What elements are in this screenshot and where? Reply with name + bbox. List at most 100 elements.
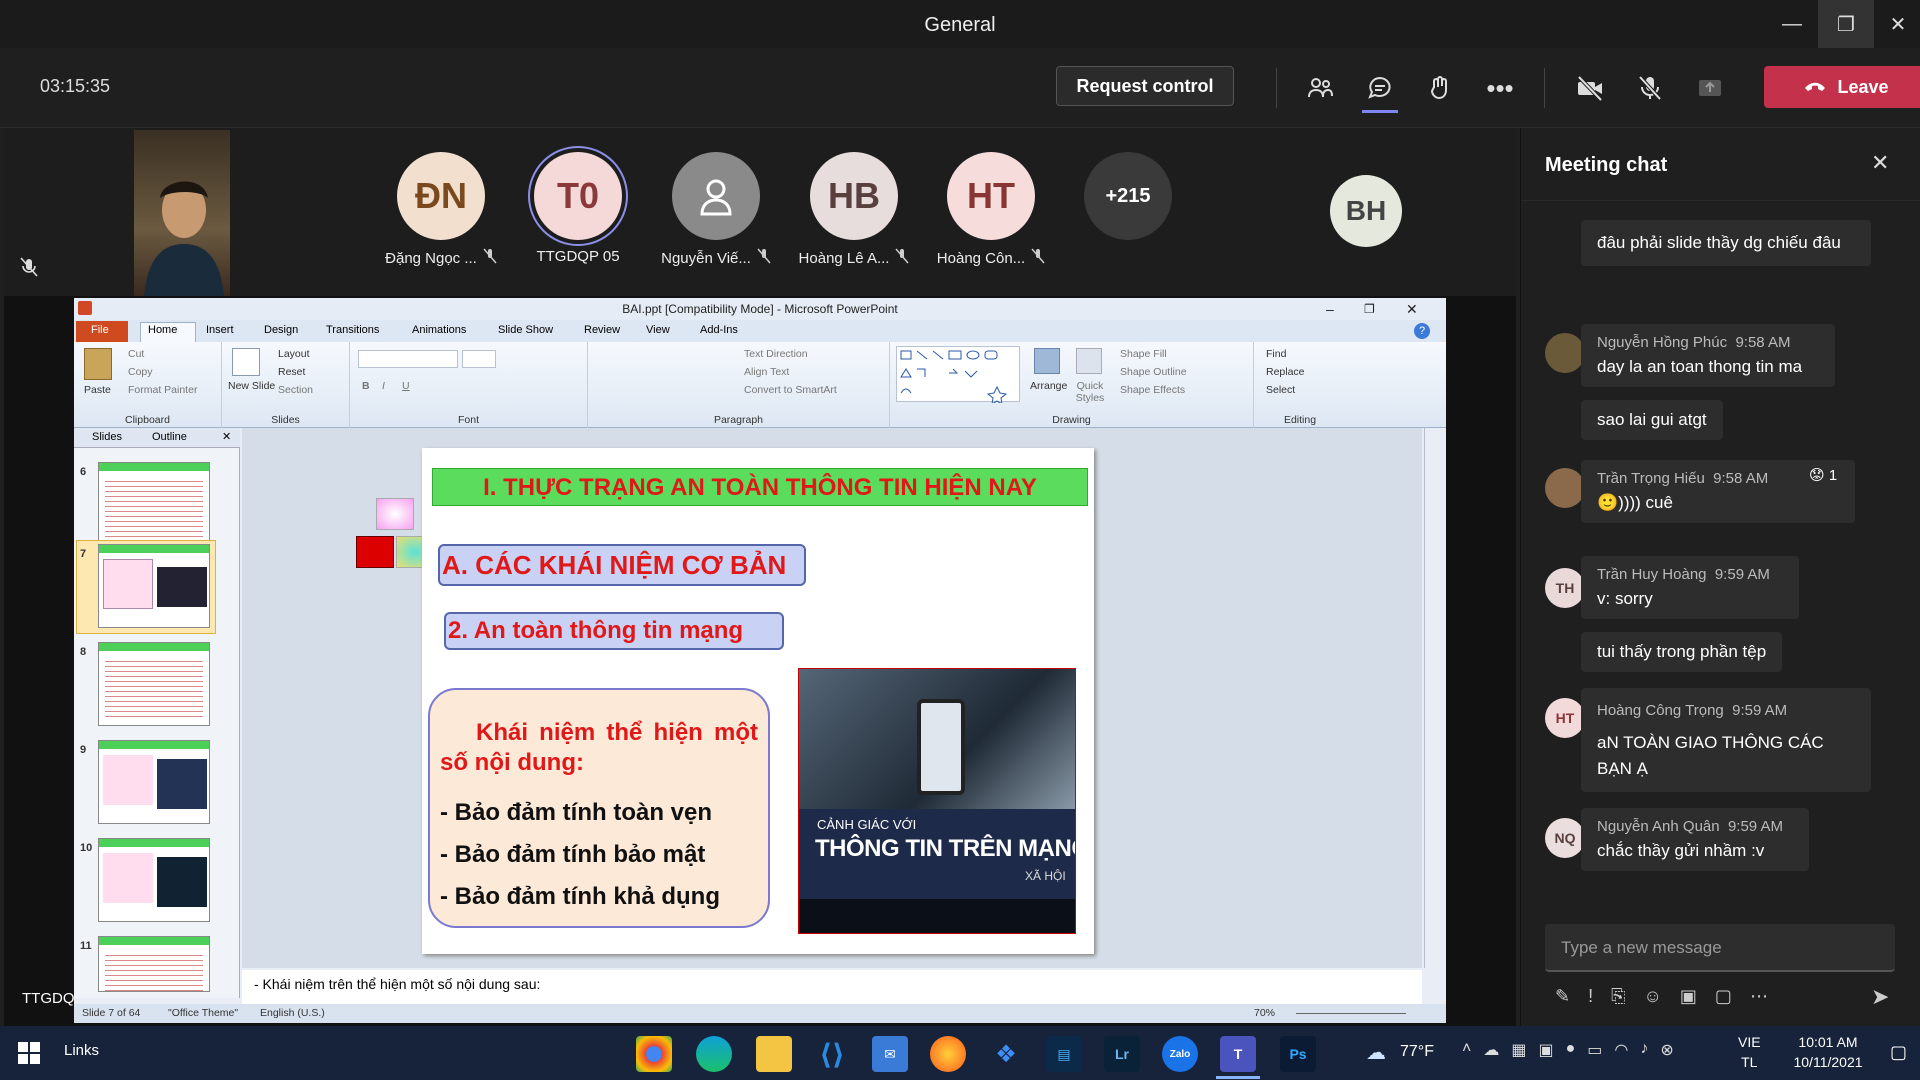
align-text-button[interactable]: Align Text: [744, 366, 789, 378]
tab-home[interactable]: Home: [148, 324, 177, 336]
tab-outline[interactable]: Outline: [152, 431, 187, 443]
file-explorer-icon[interactable]: [756, 1036, 792, 1072]
participant-tile[interactable]: HB Hoàng Lê A...: [780, 152, 928, 268]
camera-off-icon[interactable]: [1572, 70, 1608, 106]
arrange-icon[interactable]: [1034, 348, 1060, 374]
font-family-select[interactable]: [358, 350, 458, 368]
chat-message[interactable]: Hoàng Công Trọng 9:59 AM aN TOÀN GIAO TH…: [1581, 688, 1871, 792]
decor-shape-pink[interactable]: [376, 498, 414, 530]
share-tray-icon[interactable]: [1692, 70, 1728, 106]
shape-effects-button[interactable]: Shape Effects: [1120, 384, 1185, 396]
sticker-icon[interactable]: ▢: [1715, 986, 1732, 1007]
chat-message[interactable]: tui thấy trong phần tệp: [1581, 632, 1783, 672]
tab-animations[interactable]: Animations: [412, 324, 466, 336]
zoom-slider[interactable]: [1296, 1013, 1406, 1014]
cut-button[interactable]: Cut: [128, 348, 144, 360]
onedrive-icon[interactable]: ☁: [1483, 1040, 1499, 1060]
windows-start-icon[interactable]: [18, 1042, 40, 1069]
chrome-icon[interactable]: [636, 1036, 672, 1072]
tab-transitions[interactable]: Transitions: [326, 324, 379, 336]
mic-tray-icon[interactable]: ●: [1566, 1040, 1576, 1060]
photoshop-icon[interactable]: Ps: [1280, 1036, 1316, 1072]
reactions-icon[interactable]: [1422, 70, 1458, 106]
chat-message[interactable]: Trần Trọng Hiếu 9:58 AM 🙂)))) cuê 😟 1: [1581, 460, 1855, 523]
mail-icon[interactable]: ✉: [872, 1036, 908, 1072]
slide-thumbnail[interactable]: [98, 838, 210, 922]
gif-icon[interactable]: ▣: [1680, 986, 1697, 1007]
format-icon[interactable]: ✎: [1555, 986, 1570, 1007]
bold-button[interactable]: B: [362, 380, 370, 392]
clock[interactable]: 10:01 AM 10/11/2021: [1778, 1032, 1878, 1072]
copy-button[interactable]: Copy: [128, 366, 153, 378]
search-links[interactable]: Links: [64, 1042, 99, 1059]
zalo-icon[interactable]: Zalo: [1162, 1036, 1198, 1072]
dismiss-icon[interactable]: ⊗: [1660, 1040, 1673, 1060]
underline-button[interactable]: U: [402, 380, 410, 392]
new-slide-label[interactable]: New Slide: [228, 380, 275, 392]
reset-button[interactable]: Reset: [278, 366, 305, 378]
priority-icon[interactable]: !: [1588, 986, 1593, 1007]
ppt-close-button[interactable]: ✕: [1406, 298, 1418, 320]
close-window-button[interactable]: ✕: [1870, 0, 1920, 48]
paste-label[interactable]: Paste: [84, 384, 111, 396]
find-button[interactable]: Find: [1266, 348, 1286, 360]
restore-button[interactable]: ❐: [1818, 0, 1874, 48]
layout-button[interactable]: Layout: [278, 348, 310, 360]
chat-message[interactable]: đâu phải slide thầy dg chiếu đâu: [1581, 220, 1871, 266]
format-painter-button[interactable]: Format Painter: [128, 384, 197, 396]
slide-thumbnail[interactable]: [98, 544, 210, 628]
tab-file[interactable]: File: [91, 324, 109, 336]
tab-slides[interactable]: Slides: [92, 431, 122, 443]
participant-tile[interactable]: T0 TTGDQP 05: [504, 152, 652, 265]
participant-tile[interactable]: HT Hoàng Côn...: [917, 152, 1065, 268]
leave-button[interactable]: Leave: [1764, 66, 1920, 108]
chat-message[interactable]: Nguyễn Anh Quân 9:59 AM chắc thầy gửi nh…: [1581, 808, 1809, 871]
volume-icon[interactable]: ♪: [1640, 1040, 1648, 1060]
chat-icon[interactable]: [1362, 70, 1398, 106]
teams-icon[interactable]: T: [1220, 1036, 1256, 1072]
replace-button[interactable]: Replace: [1266, 366, 1305, 378]
tab-insert[interactable]: Insert: [206, 324, 234, 336]
dropbox-icon[interactable]: ❖: [988, 1036, 1024, 1072]
shapes-gallery[interactable]: [896, 346, 1020, 405]
chat-message[interactable]: sao lai gui atgt: [1581, 400, 1723, 440]
people-icon[interactable]: [1302, 70, 1338, 106]
camera-tray-icon[interactable]: ▣: [1538, 1040, 1553, 1060]
reaction-badge[interactable]: 😟 1: [1809, 466, 1837, 484]
close-chat-icon[interactable]: ✕: [1871, 150, 1889, 176]
tab-add-ins[interactable]: Add-Ins: [700, 324, 738, 336]
slide-thumbnail[interactable]: [98, 462, 210, 546]
shape-fill-button[interactable]: Shape Fill: [1120, 348, 1167, 360]
overflow-participants[interactable]: +215: [1054, 152, 1202, 240]
notifications-icon[interactable]: ▢: [1890, 1042, 1907, 1063]
quick-styles-label[interactable]: Quick Styles: [1072, 380, 1108, 404]
select-button[interactable]: Select: [1266, 384, 1295, 396]
lightroom-icon[interactable]: Lr: [1104, 1036, 1140, 1072]
side-participant-avatar[interactable]: BH: [1330, 175, 1402, 247]
chat-message[interactable]: Nguyễn Hồng Phúc 9:58 AM day la an toan …: [1581, 324, 1835, 387]
tab-slide-show[interactable]: Slide Show: [498, 324, 553, 336]
firefox-icon[interactable]: [930, 1036, 966, 1072]
shape-outline-button[interactable]: Shape Outline: [1120, 366, 1187, 378]
slide-thumbnail[interactable]: [98, 740, 210, 824]
battery-icon[interactable]: ▭: [1587, 1040, 1602, 1060]
edge-icon[interactable]: [696, 1036, 732, 1072]
new-slide-icon[interactable]: [232, 348, 260, 376]
weather-temp[interactable]: 77°F: [1400, 1043, 1434, 1061]
more-compose-icon[interactable]: ⋯: [1750, 986, 1768, 1007]
tab-view[interactable]: View: [646, 324, 670, 336]
slide-thumbnail[interactable]: [98, 642, 210, 726]
store-icon[interactable]: ▤: [1046, 1036, 1082, 1072]
font-size-select[interactable]: [462, 350, 496, 368]
text-direction-button[interactable]: Text Direction: [744, 348, 808, 360]
section-button[interactable]: Section: [278, 384, 313, 396]
quick-styles-icon[interactable]: [1076, 348, 1102, 374]
arrange-label[interactable]: Arrange: [1030, 380, 1067, 392]
input-language[interactable]: VIE TL: [1738, 1032, 1761, 1072]
request-control-button[interactable]: Request control: [1056, 66, 1234, 106]
network-tray-icon[interactable]: ▦: [1511, 1040, 1526, 1060]
emoji-icon[interactable]: ☺: [1644, 986, 1662, 1007]
mic-off-icon[interactable]: [1632, 70, 1668, 106]
message-input[interactable]: Type a new message: [1545, 924, 1895, 972]
send-icon[interactable]: ➤: [1871, 984, 1889, 1010]
